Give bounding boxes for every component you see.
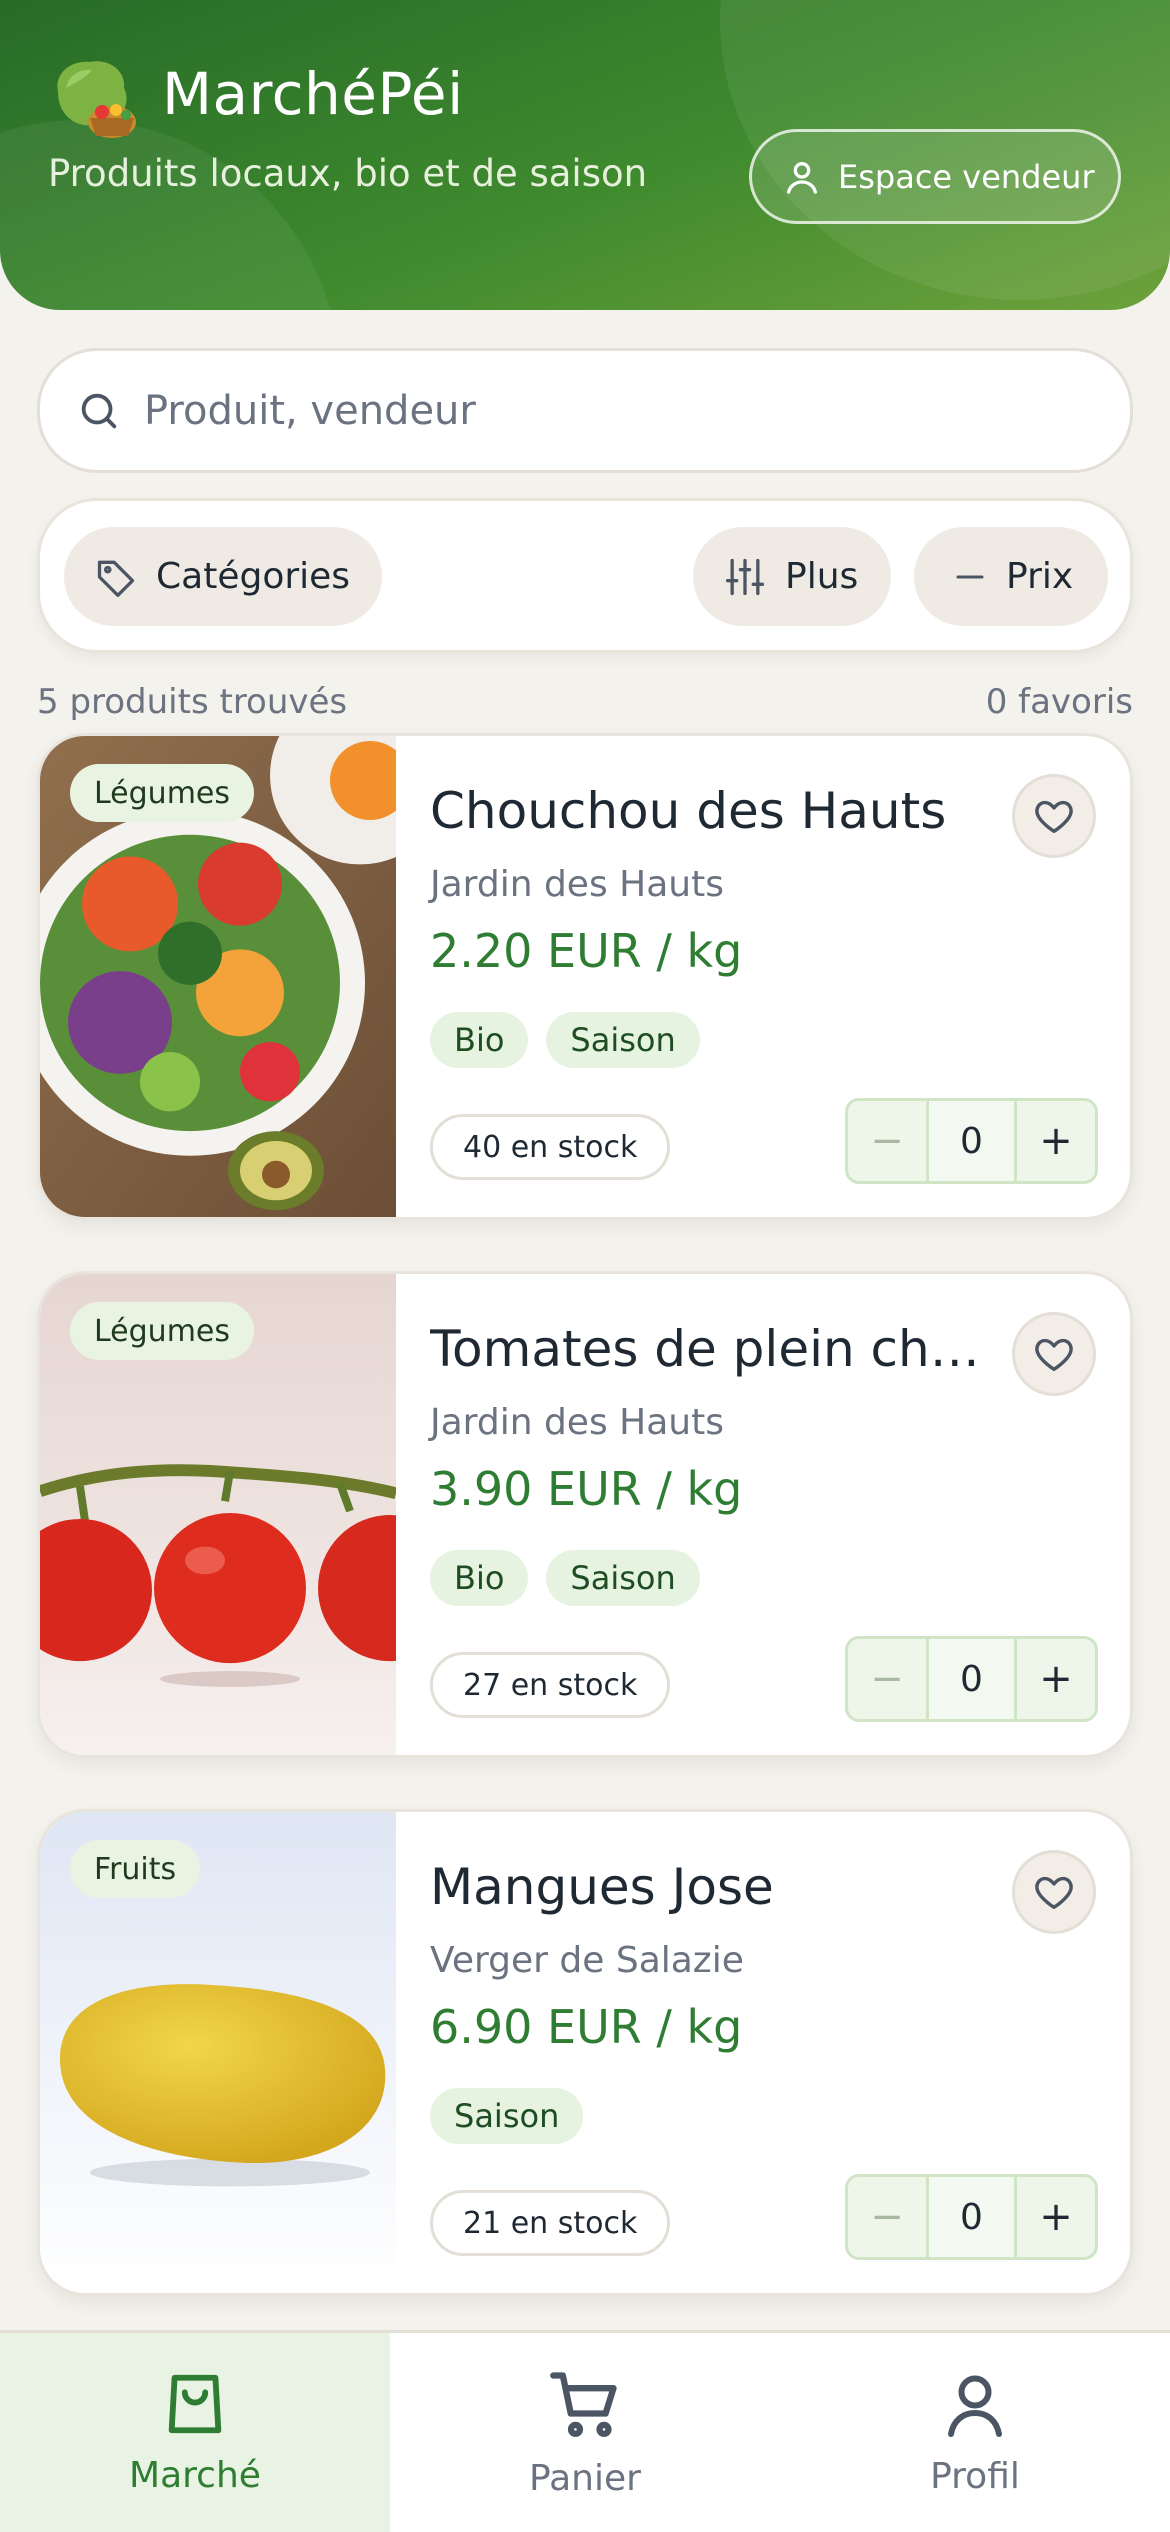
nav-label: Panier [529, 2458, 641, 2499]
stock-badge: 40 en stock [430, 1114, 671, 1180]
vendor-space-button[interactable]: Espace vendeur [749, 129, 1121, 224]
product-vendor: Jardin des Hauts [430, 1402, 724, 1443]
favorites-count: 0 favoris [985, 682, 1133, 722]
heart-icon [1035, 800, 1073, 834]
bag-icon [168, 2374, 222, 2434]
increase-quantity-button[interactable]: + [1017, 1101, 1095, 1181]
product-price: 3.90 EUR / kg [430, 1462, 743, 1516]
nav-item-marche[interactable]: Marché [0, 2333, 390, 2532]
tag-saison: Saison [546, 1550, 700, 1606]
favorite-button[interactable] [1012, 1312, 1096, 1396]
increase-quantity-button[interactable]: + [1017, 1639, 1095, 1719]
vendor-space-label: Espace vendeur [838, 157, 1095, 196]
favorite-button[interactable] [1012, 1850, 1096, 1934]
results-count: 5 produits trouvés [37, 682, 348, 722]
tag-icon [97, 560, 135, 597]
header-decoration [0, 120, 340, 310]
category-badge: Légumes [70, 764, 255, 822]
nav-label: Profil [930, 2456, 1020, 2497]
app-header: MarchéPéi Produits locaux, bio et de sai… [0, 0, 1170, 310]
user-icon [787, 161, 817, 194]
product-card[interactable]: Légumes Chouchou des Hauts Jardin des Ha… [37, 733, 1133, 1220]
stock-badge: 27 en stock [430, 1652, 671, 1718]
cart-icon [550, 2372, 617, 2437]
logo-icon [57, 61, 136, 138]
quantity-value: 0 [926, 2177, 1017, 2257]
search-bar[interactable] [37, 348, 1133, 473]
stock-badge: 21 en stock [430, 2190, 671, 2256]
quantity-stepper: − 0 + [845, 1098, 1098, 1184]
increase-quantity-button[interactable]: + [1017, 2177, 1095, 2257]
product-tags: Saison [430, 2088, 584, 2144]
quantity-value: 0 [926, 1639, 1017, 1719]
product-vendor: Verger de Salazie [430, 1940, 744, 1981]
decrease-quantity-button[interactable]: − [848, 1101, 926, 1181]
nav-label: Marché [129, 2455, 261, 2496]
tag-bio: Bio [430, 1550, 529, 1606]
tag-saison: Saison [430, 2088, 584, 2144]
bottom-navigation: Marché Panier Profil [0, 2330, 1170, 2532]
app-tagline: Produits locaux, bio et de saison [48, 152, 648, 195]
product-name: Chouchou des Hauts [430, 782, 947, 840]
sliders-icon [725, 558, 765, 595]
category-badge: Légumes [70, 1302, 255, 1360]
price-filter-button[interactable]: Prix [914, 527, 1108, 626]
app-title: MarchéPéi [162, 60, 464, 128]
product-tags: Bio Saison [430, 1550, 700, 1606]
price-filter-label: Prix [1006, 556, 1074, 597]
product-name: Mangues Jose [430, 1858, 774, 1916]
minus-icon [956, 575, 984, 578]
category-badge: Fruits [70, 1840, 201, 1898]
tag-bio: Bio [430, 1012, 529, 1068]
categories-filter-label: Catégories [156, 556, 351, 597]
more-filters-label: Plus [785, 556, 859, 597]
heart-icon [1035, 1338, 1073, 1372]
quantity-stepper: − 0 + [845, 1636, 1098, 1722]
decrease-quantity-button[interactable]: − [848, 1639, 926, 1719]
quantity-stepper: − 0 + [845, 2174, 1098, 2260]
categories-filter-button[interactable]: Catégories [64, 527, 382, 626]
product-vendor: Jardin des Hauts [430, 864, 724, 905]
favorite-button[interactable] [1012, 774, 1096, 858]
search-input[interactable] [144, 387, 1044, 434]
product-tags: Bio Saison [430, 1012, 700, 1068]
product-card[interactable]: Légumes Tomates de plein champ Jardin de… [37, 1271, 1133, 1758]
product-name: Tomates de plein champ [430, 1320, 990, 1378]
product-price: 2.20 EUR / kg [430, 924, 743, 978]
tag-saison: Saison [546, 1012, 700, 1068]
decrease-quantity-button[interactable]: − [848, 2177, 926, 2257]
nav-item-profil[interactable]: Profil [780, 2333, 1170, 2532]
quantity-value: 0 [926, 1101, 1017, 1181]
heart-icon [1035, 1876, 1073, 1910]
more-filters-button[interactable]: Plus [693, 527, 891, 626]
search-icon [81, 393, 117, 428]
filter-bar: Catégories Plus Prix [37, 498, 1133, 653]
product-card[interactable]: Fruits Mangues Jose Verger de Salazie 6.… [37, 1809, 1133, 2296]
nav-item-panier[interactable]: Panier [390, 2333, 780, 2532]
user-icon [948, 2375, 1002, 2437]
product-price: 6.90 EUR / kg [430, 2000, 743, 2054]
